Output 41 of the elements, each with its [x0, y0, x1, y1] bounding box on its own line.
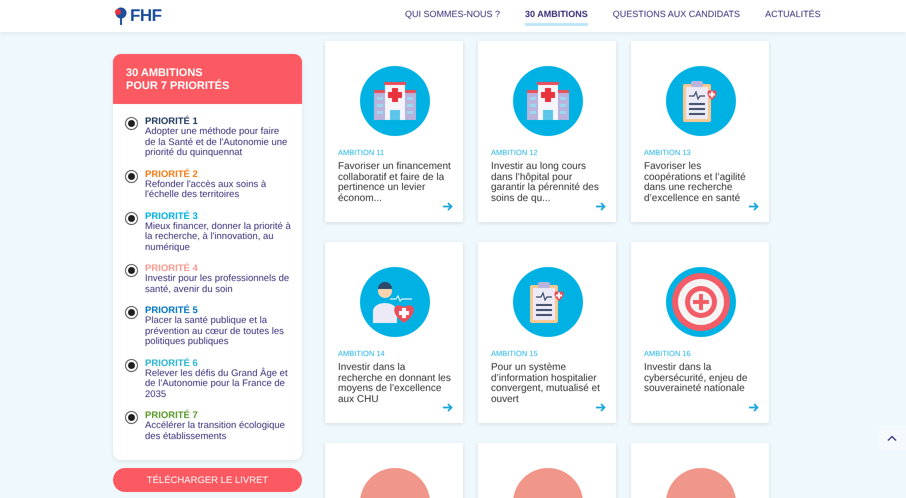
arrow-right-icon[interactable] — [596, 202, 606, 211]
priority-label[interactable]: PRIORITÉ 1 — [145, 116, 292, 127]
arrow-right-icon[interactable] — [443, 403, 453, 412]
priority-description[interactable]: Adopter une méthode pour faire de la Santé et de l'Autonomie une priorité du quinquennat — [145, 127, 292, 158]
ambition-title: Investir au long cours dans l’hôpital pour garantir la pérennité des soins de qu... — [491, 162, 600, 204]
nav-link[interactable]: QUI SOMMES-NOUS ? — [405, 6, 500, 26]
priority-description[interactable]: Placer la santé publique et la prévention au cœur de toutes les politiques publiques — [145, 316, 292, 348]
radio-button[interactable] — [125, 117, 138, 130]
priority-description[interactable]: Mieux financer, donner la priorité à la recherche, à l'innovation, au numérique — [145, 222, 292, 253]
ambition-title: Favoriser un financement collaboratif et faire de la pertinence un levier économ... — [338, 162, 451, 204]
priority-description[interactable]: Investir pour les professionnels de santé, avenir du soin — [145, 274, 292, 295]
sidebar-title: POUR 7 PRIORITÉS — [126, 80, 230, 92]
priority-description[interactable]: Relever les défis du Grand Âge et de l’Autonomie pour la France de 2035 — [145, 368, 292, 400]
scroll-to-top-button[interactable] — [878, 425, 906, 450]
radio-button[interactable] — [125, 358, 138, 372]
priority-label[interactable]: PRIORITÉ 5 — [145, 305, 292, 316]
ambition-title: Favoriser les coopérations et l’agilité dans une recherche d’excellence en santé — [644, 162, 747, 204]
radio-button[interactable] — [125, 170, 138, 182]
ambition-title: Investir dans la cybersécurité, enjeu de souveraineté nationale — [644, 363, 748, 394]
radio-button[interactable] — [125, 306, 138, 319]
arrow-right-icon[interactable] — [749, 403, 759, 412]
chevron-up-icon — [887, 434, 897, 440]
sidebar-title: 30 AMBITIONS — [126, 67, 204, 79]
logo-text[interactable]: FHF — [130, 6, 162, 26]
nav-link[interactable]: 30 AMBITIONS — [525, 6, 588, 26]
tree-icon — [113, 7, 129, 25]
radio-button[interactable] — [125, 212, 138, 224]
priority-description[interactable]: Accélérer la transition écologique des établissements — [145, 421, 292, 442]
nav-link[interactable]: QUESTIONS AUX CANDIDATS — [612, 6, 740, 26]
ambition-title: Pour un système d’information hospitalier convergent, mutualisé et ouvert — [491, 363, 601, 405]
radio-button[interactable] — [125, 411, 138, 424]
arrow-right-icon[interactable] — [596, 403, 606, 412]
hospital-icon — [527, 82, 569, 120]
arrow-right-icon[interactable] — [443, 202, 453, 211]
radio-button[interactable] — [125, 264, 138, 277]
nav-link[interactable]: ACTUALITÉS — [765, 6, 821, 26]
arrow-right-icon[interactable] — [749, 202, 759, 211]
ambition-title: Investir dans la recherche en donnant les moyens de l’excellence aux CHU — [338, 363, 451, 405]
hospital-icon — [374, 82, 416, 120]
doctor-heart-icon — [373, 281, 417, 323]
priority-description[interactable]: Refonder l'accès aux soins à l'échelle des territoires — [145, 180, 292, 200]
